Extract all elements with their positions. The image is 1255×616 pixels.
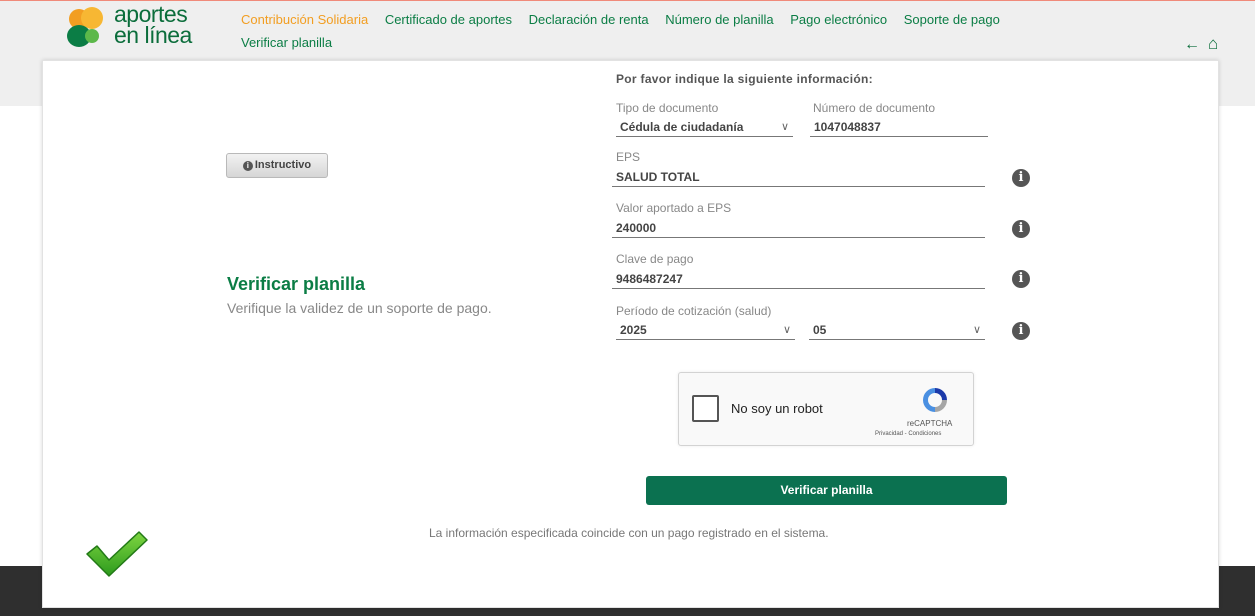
valor-eps-info-icon[interactable]: i bbox=[1012, 220, 1030, 238]
tipo-documento-value: Cédula de ciudadanía bbox=[620, 120, 744, 134]
nav-soporte-pago[interactable]: Soporte de pago bbox=[904, 12, 1000, 27]
eps-label: EPS bbox=[616, 150, 641, 164]
verificar-planilla-button[interactable]: Verificar planilla bbox=[646, 476, 1007, 505]
periodo-year-select[interactable]: 2025 ∨ bbox=[616, 322, 795, 340]
site-logo[interactable]: aportes en línea bbox=[67, 3, 207, 51]
nav-pago-electronico[interactable]: Pago electrónico bbox=[790, 12, 887, 27]
clave-pago-input[interactable]: 9486487247 bbox=[612, 271, 985, 289]
clave-pago-info-icon[interactable]: i bbox=[1012, 270, 1030, 288]
main-nav: Contribución Solidaria Certificado de ap… bbox=[241, 8, 1101, 54]
nav-numero-planilla[interactable]: Número de planilla bbox=[665, 12, 773, 27]
arrow-left-icon[interactable]: ← bbox=[1184, 36, 1200, 54]
periodo-month-select[interactable]: 05 ∨ bbox=[809, 322, 985, 340]
recaptcha-checkbox[interactable] bbox=[692, 395, 719, 422]
periodo-label: Período de cotización (salud) bbox=[616, 304, 772, 318]
numero-documento-input[interactable]: 1047048837 bbox=[810, 119, 988, 137]
recaptcha-terms-link[interactable]: Privacidad - Condiciones bbox=[875, 431, 941, 437]
eps-info-icon[interactable]: i bbox=[1012, 169, 1030, 187]
result-message: La información especificada coincide con… bbox=[429, 526, 829, 540]
instructivo-label: Instructivo bbox=[254, 159, 312, 171]
home-icon[interactable]: ⌂ bbox=[1208, 34, 1218, 54]
page-title: Verificar planilla bbox=[227, 274, 366, 294]
recaptcha-brand: reCAPTCHA bbox=[907, 419, 953, 428]
recaptcha-label: No soy un robot bbox=[731, 401, 823, 416]
periodo-month-value: 05 bbox=[813, 323, 827, 337]
instructivo-button[interactable]: i Instructivo bbox=[226, 153, 328, 178]
eps-input[interactable]: SALUD TOTAL bbox=[612, 169, 985, 187]
tipo-documento-label: Tipo de documento bbox=[616, 101, 719, 115]
chevron-down-icon: ∨ bbox=[780, 121, 789, 133]
clave-pago-label: Clave de pago bbox=[616, 252, 694, 266]
valor-eps-input[interactable]: 240000 bbox=[612, 220, 985, 238]
nav-declaracion-renta[interactable]: Declaración de renta bbox=[529, 12, 649, 27]
recaptcha-logo-icon bbox=[923, 388, 947, 412]
nav-verificar-planilla[interactable]: Verificar planilla bbox=[241, 35, 332, 50]
tipo-documento-select[interactable]: Cédula de ciudadanía ∨ bbox=[616, 119, 793, 137]
periodo-info-icon[interactable]: i bbox=[1012, 322, 1030, 340]
numero-documento-label: Número de documento bbox=[813, 101, 936, 115]
chevron-down-icon: ∨ bbox=[782, 324, 791, 336]
periodo-year-value: 2025 bbox=[620, 323, 647, 337]
page-subtitle: Verifique la validez de un soporte de pa… bbox=[227, 300, 492, 316]
form-prompt: Por favor indique la siguiente informaci… bbox=[616, 72, 873, 86]
nav-certificado-aportes[interactable]: Certificado de aportes bbox=[385, 12, 512, 27]
checkmark-icon bbox=[86, 531, 148, 577]
logo-text-line2: en línea bbox=[114, 22, 192, 48]
nav-contribucion-solidaria[interactable]: Contribución Solidaria bbox=[241, 12, 368, 27]
info-icon: i bbox=[242, 161, 253, 171]
recaptcha-widget: No soy un robot reCAPTCHA Privacidad - C… bbox=[678, 372, 974, 446]
logo-dot-lightgreen bbox=[85, 29, 99, 43]
chevron-down-icon: ∨ bbox=[972, 324, 981, 336]
valor-eps-label: Valor aportado a EPS bbox=[616, 201, 732, 215]
